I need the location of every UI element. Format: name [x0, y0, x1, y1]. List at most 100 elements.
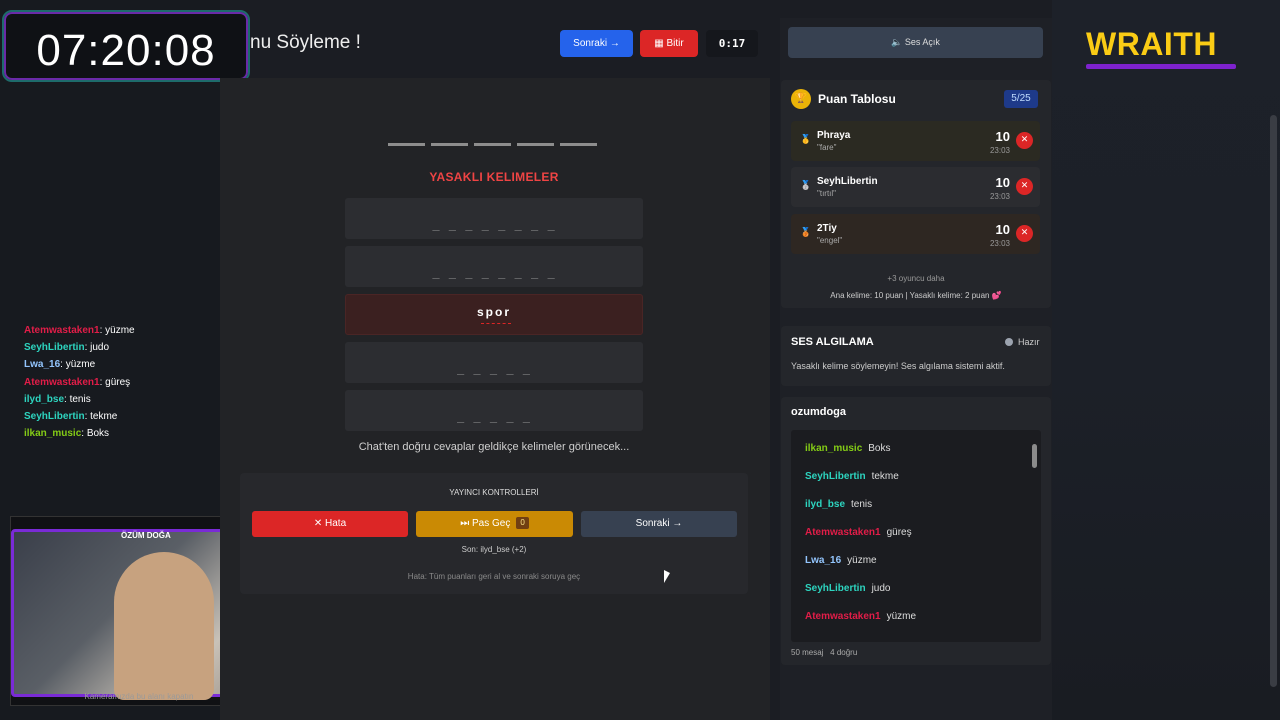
forbidden-word-text: spor: [476, 305, 511, 319]
chat-username: SeyhLibertin: [805, 583, 866, 594]
error-button[interactable]: ✕ Hata: [252, 511, 408, 537]
round-timer: 0:17: [706, 30, 758, 57]
logo-underline: [1086, 64, 1236, 69]
overlay-chat-line: Atemwastaken1: yüzme: [24, 322, 214, 339]
chat-text: judo: [871, 583, 891, 594]
overlay-username: ilyd_bse: [24, 393, 65, 405]
voice-status-text: Hazır: [1018, 337, 1040, 347]
voice-title: SES ALGILAMA: [791, 336, 874, 348]
more-players: +3 oyuncu daha: [887, 274, 945, 283]
voice-detection-panel: [781, 326, 1051, 386]
chat-message: Atemwastaken1 güreş: [805, 527, 912, 538]
scoring-rules-text: Ana kelime: 10 puan | Yasaklı kelime: 2 …: [830, 291, 990, 300]
overlay-text: : Boks: [81, 428, 110, 440]
message-count: 50 mesaj: [791, 648, 824, 657]
overlay-username: Lwa_16: [24, 359, 61, 371]
skip-label: Pas Geç: [471, 518, 511, 529]
overlay-username: SeyhLibertin: [24, 342, 85, 354]
chat-message: Atemwastaken1 yüzme: [805, 611, 916, 622]
overlay-text: : tekme: [84, 410, 118, 422]
player-time: 23:03: [989, 146, 1010, 155]
chat-username: Lwa_16: [805, 555, 842, 566]
blank: [388, 143, 425, 146]
overlay-username: Atemwastaken1: [24, 325, 100, 336]
player-name: 2Tiy: [817, 223, 837, 234]
error-label: Hata: [325, 518, 347, 529]
forbidden-word-text: _ _ _ _ _: [456, 361, 532, 375]
medal-icon: 🥇: [800, 135, 812, 145]
overlay-chat-line: Lwa_16: yüzme: [24, 356, 214, 373]
mouse-cursor-icon: [664, 570, 670, 583]
chat-username: ilyd_bse: [805, 499, 846, 510]
scrollbar-thumb[interactable]: [1032, 444, 1037, 468]
overlay-chat-line: Atemwastaken1: güreş: [24, 374, 214, 391]
chat-username: Atemwastaken1: [805, 527, 881, 538]
overlay-text: : judo: [84, 342, 110, 354]
next-button[interactable]: Sonraki →: [581, 511, 737, 537]
chat-username: Atemwastaken1: [805, 611, 881, 622]
forbidden-word-text: _ _ _ _ _: [456, 409, 532, 423]
chat-messages[interactable]: ilkan_music Boks SeyhLibertin tekme ilyd_bse…: [791, 430, 1041, 642]
remove-player-button[interactable]: ✕: [1016, 132, 1033, 149]
voice-status: Hazır: [1005, 337, 1040, 347]
forbidden-word-box: _ _ _ _ _: [345, 390, 643, 431]
player-word: "engel": [817, 236, 843, 245]
forbidden-word-text: _ _ _ _ _ _ _ _: [432, 217, 556, 231]
blank: [474, 143, 511, 146]
player-word: "tırtıl": [817, 189, 837, 198]
blank: [560, 143, 597, 146]
chat-footer: 50 mesaj 4 doğru: [791, 648, 857, 657]
forbidden-words-title: YASAKLI KELIMELER: [429, 170, 559, 184]
word-underline: [481, 323, 511, 324]
streamer-controls: YAYINCI KONTROLLERİ ✕ Hata ⏭ Pas Geç 0 So…: [240, 473, 748, 594]
main-word-blanks: [388, 143, 597, 146]
page-scrollbar[interactable]: [1270, 115, 1277, 687]
scoreboard-title: Puan Tablosu: [818, 92, 896, 106]
chat-message: ilyd_bse tenis: [805, 499, 872, 510]
overlay-text: : yüzme: [60, 359, 96, 371]
forbidden-word-box: spor: [345, 294, 643, 335]
heart-icon: 💕: [991, 291, 1002, 300]
blank: [517, 143, 554, 146]
controls-title: YAYINCI KONTROLLERİ: [449, 488, 539, 497]
stream-chat-overlay: Atemwastaken1: yüzme SeyhLibertin: judo Lw…: [24, 322, 214, 442]
remove-player-button[interactable]: ✕: [1016, 178, 1033, 195]
wraith-logo: WRAITH: [1086, 26, 1217, 62]
error-note: Hata: Tüm puanları geri al ve sonraki so…: [407, 572, 581, 581]
correct-count: 4 doğru: [830, 648, 858, 657]
scoreboard-row: 🥉 2Tiy "engel" 10 23:03 ✕: [791, 214, 1040, 254]
player-name: Phraya: [817, 130, 851, 141]
chat-channel-name: ozumdoga: [791, 406, 846, 418]
clock-text: 07:20:08: [36, 26, 216, 75]
player-time: 23:03: [989, 239, 1010, 248]
player-word: "fare": [817, 143, 837, 152]
chat-username: SeyhLibertin: [805, 471, 866, 482]
overlay-chat-line: SeyhLibertin: judo: [24, 339, 214, 356]
skip-icon: ⏭: [460, 518, 472, 529]
overlay-text: : tenis: [64, 393, 91, 405]
forbidden-word-box: _ _ _ _ _ _ _ _: [345, 198, 643, 239]
scoreboard-row: 🥇 Phraya "fare" 10 23:03 ✕: [791, 121, 1040, 161]
sound-label: Ses Açık: [904, 37, 940, 47]
chat-scrollbar[interactable]: [1032, 432, 1037, 638]
forbidden-word-box: _ _ _ _ _: [345, 342, 643, 383]
sound-toggle-button[interactable]: 🔈 Ses Açık: [788, 27, 1043, 58]
webcam-name: ÖZÜM DOĞA: [121, 531, 171, 540]
chat-text: Boks: [868, 443, 891, 454]
chat-text: tekme: [871, 471, 899, 482]
scoreboard-row: 🥈 SeyhLibertin "tırtıl" 10 23:03 ✕: [791, 167, 1040, 207]
remove-player-button[interactable]: ✕: [1016, 225, 1033, 242]
player-score: 10: [995, 129, 1010, 144]
close-icon: ✕: [313, 518, 326, 529]
overlay-chat-line: ilyd_bse: tenis: [24, 391, 214, 408]
finish-button[interactable]: ▦ Bitir: [640, 30, 698, 57]
overlay-chat-line: ilkan_music: Boks: [24, 425, 214, 442]
chat-text: güreş: [886, 527, 912, 538]
skip-button[interactable]: ⏭ Pas Geç 0: [416, 511, 573, 537]
player-time: 23:03: [989, 192, 1010, 201]
streamer-image: [114, 552, 214, 700]
next-button-top[interactable]: Sonraki →: [560, 30, 633, 57]
chat-username: ilkan_music: [805, 443, 863, 454]
page-title: nu Söyleme !: [250, 32, 361, 53]
last-answer: Son: ilyd_bse (+2): [461, 545, 527, 554]
